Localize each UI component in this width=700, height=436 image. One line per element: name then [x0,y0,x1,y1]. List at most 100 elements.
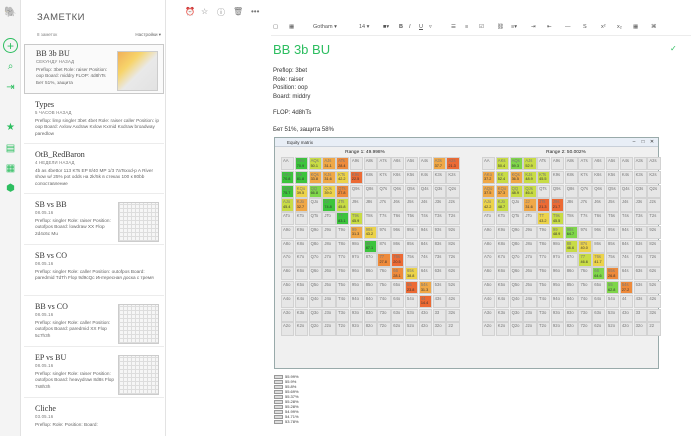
plus-icon[interactable]: + [3,38,18,53]
underline-button[interactable]: U [419,24,423,30]
note-card[interactable]: Cliche 03.05.16 Preflop: Role: Position: B… [24,400,164,436]
hand-label: T6o [539,268,547,274]
matrix-cell: 42o [619,322,633,336]
indent-button[interactable]: ⇥ [531,24,536,30]
hand-label: J2o [324,323,332,329]
flop-line[interactable]: FLOP: 4d8hTs [273,110,311,116]
matrix-cell: TT 43.2 [537,212,551,226]
matrix-cell: Q5o [308,281,322,295]
equity-value: 23.8 [407,287,415,292]
hand-label: AQo [484,185,493,191]
hand-label: J8o [525,240,533,246]
align-button[interactable]: ≡▾ [511,24,517,30]
note-card[interactable]: SB vs CO 08.05.16 Preflop: singler Role: c… [24,247,164,296]
matrix-cell: 99 48.9 [550,225,565,240]
matrix-cell: 76o [377,267,391,281]
reminder-icon[interactable]: ⏰ [185,7,195,16]
hand-label: 43s [635,295,643,301]
hand-label: K8s [365,171,373,177]
matrix-cell: AQo 75.7 [281,184,295,198]
sup-button[interactable]: x² [601,24,606,30]
matrix-cell: 93s [633,225,647,240]
hr-button[interactable]: — [565,24,571,30]
color-picker[interactable]: ■▾ [383,24,389,30]
sub-button[interactable]: x₂ [617,24,622,30]
note-card[interactable]: BB vs CO 08.05.16 Preflop: singler Role: c… [24,298,164,347]
matrix-cell: J9s [349,198,364,212]
note-meta[interactable]: Preflop: 3bet Role: raiser Position: oop… [273,67,310,101]
note-card[interactable]: EP vs BU 08.05.16 Preflop: singler Role: r… [24,349,164,398]
bold-button[interactable]: B [399,24,403,30]
more-icon[interactable]: ••• [251,7,259,16]
hand-label: K8o [296,240,305,246]
matrix-cell: K8s [363,170,377,184]
matrix-cell: 63o [592,308,606,322]
notebook-icon[interactable]: ▦ [3,161,18,176]
matrix-cell: 32s [446,308,460,322]
matrix-cell: Q4s [619,184,633,198]
matrix-cell: 52s [647,281,661,295]
hand-label: J2o [525,323,533,329]
matrix-cell: A4o [281,294,295,308]
font-size-dropdown[interactable]: 14 ▾ [359,24,369,30]
matrix-cell: A2o [281,322,295,336]
note-card-snippet: Preflop: 3bet Role: raiser Position: oop… [36,67,108,85]
highlight-button[interactable]: ▿ [429,24,432,30]
calendar-icon[interactable]: ▦ [289,24,294,30]
star-icon[interactable]: ☆ [201,7,208,16]
hand-label: A3s [635,158,643,163]
matrix-cell: 52o [606,322,620,336]
attach-icon[interactable]: ▢ [273,24,278,30]
matrix-cell: 72o [377,322,391,336]
hand-label: Q3s [635,185,644,191]
matrix-cell: QTo [509,212,523,226]
matrix-cell: A6s [391,157,405,171]
settings-dropdown[interactable]: Настройки ▾ [135,32,161,38]
hand-label: AQo [283,185,292,191]
link-icon[interactable]: ⛓ [497,24,504,30]
matrix-cell: KK 81.8 [294,170,308,184]
note-card[interactable]: Types 5 ЧАСОВ НАЗАД Preflop: limp singler … [24,96,164,144]
hand-label: Q2s [448,185,457,191]
outdent-button[interactable]: ⇤ [547,24,552,30]
check-icon[interactable]: ✓ [670,44,677,53]
note-card[interactable]: SB vs BB 08.05.16 Preflop: singler Role: r… [24,196,164,245]
hand-label: T5o [539,282,547,288]
note-thumbnail [118,202,159,242]
italic-button[interactable]: I [409,24,411,30]
note-title[interactable]: BB 3b BU [273,42,683,57]
numbering-button[interactable]: ≡ [465,24,468,30]
hand-label: T8s [566,213,574,219]
font-dropdown[interactable]: Gotham ▾ [313,24,337,30]
matrix-cell: 42s [446,294,460,308]
hand-label: J9s [552,199,560,205]
trash-icon[interactable]: 🗑 [233,7,243,16]
star-icon[interactable]: ★ [3,120,18,135]
bullets-button[interactable]: ☰ [451,24,456,30]
hand-label: J3o [525,309,533,315]
matrix-cell: 52s [446,281,460,295]
checkbox-button[interactable]: ☑ [479,24,484,30]
matrix-cell: 76s 41.7 [592,253,606,267]
matrix-cell: T7o [336,253,350,267]
note-card[interactable]: BB 3b BU СЕКУНДУ НАЗАД Preflop: 3bet Role:… [24,44,164,94]
hand-label: T5o [338,282,346,288]
notes-icon[interactable]: ▤ [3,141,18,156]
elephant-icon[interactable]: 🐘 [3,5,18,20]
matrix-cell: 95o [349,281,364,295]
strike-button[interactable]: S [583,24,587,30]
note-count: 8 заметок [37,32,58,37]
bet-line[interactable]: Бет 51%, защита 58% [273,127,334,133]
search-icon[interactable]: ⌕ [3,59,18,74]
hand-label: K4o [497,295,506,301]
hand-label: 92o [552,323,560,329]
window-title: Equity matrix – □ ✕ [275,138,658,147]
activity-icon[interactable]: ⇥ [3,80,18,95]
hand-label: 97o [351,254,359,260]
info-icon[interactable]: ⓘ [217,7,225,18]
table-button[interactable]: ▦ [633,24,638,30]
note-card[interactable]: OtB_RedBaron 4 НЕДЕЛИ НАЗАД 4b as 4bettor … [24,146,164,194]
tag-icon[interactable]: ⬢ [3,181,18,196]
code-button[interactable]: ⌘ [651,24,657,30]
matrix-cell: 32o [633,322,647,336]
